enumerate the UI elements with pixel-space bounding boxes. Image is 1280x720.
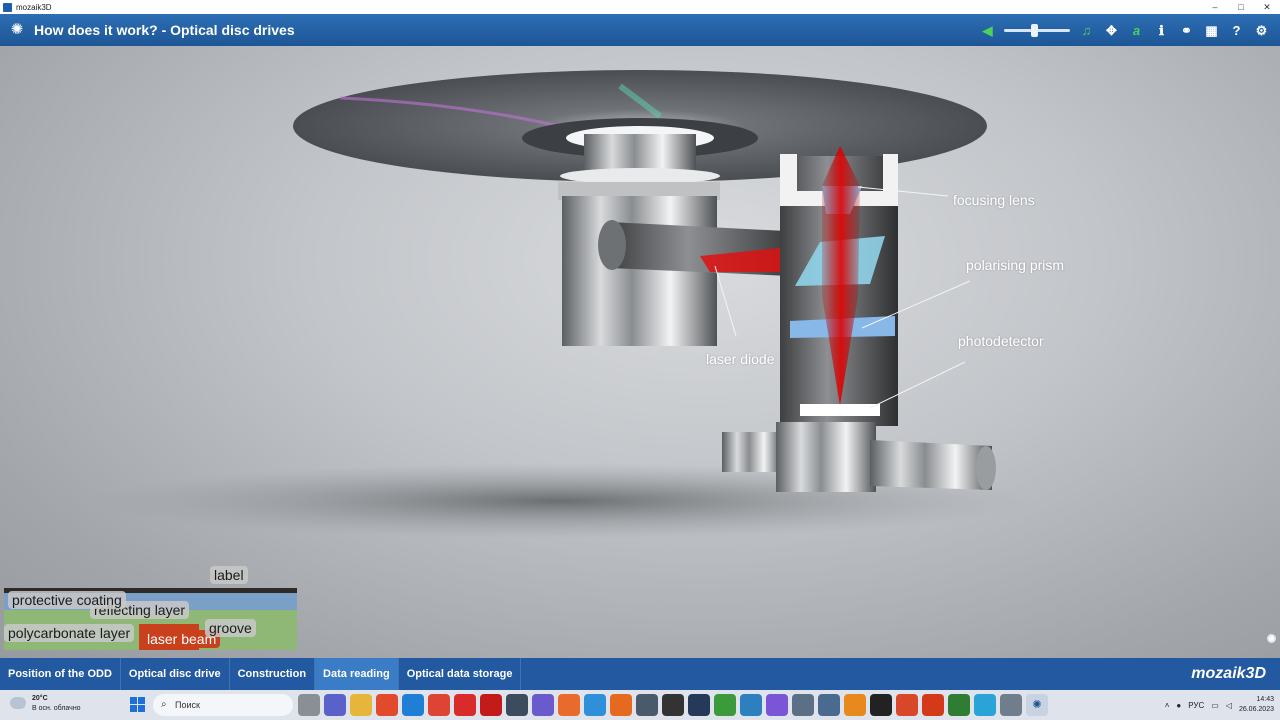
taskbar-search[interactable]: ⌕ Поиск: [153, 694, 293, 716]
tab-position-of-the-odd[interactable]: Position of the ODD: [0, 658, 121, 690]
minimize-button[interactable]: –: [1202, 0, 1228, 14]
app-icon-27[interactable]: [1000, 694, 1022, 716]
explorer-icon[interactable]: [350, 694, 372, 716]
label-polarising-prism: polarising prism: [966, 257, 1065, 273]
weather-widget[interactable]: 20°C В осн. облачно: [10, 693, 110, 717]
link-icon[interactable]: ⚭: [1178, 22, 1195, 39]
app-icon-23[interactable]: [896, 694, 918, 716]
task-view-icon[interactable]: [298, 694, 320, 716]
photodetector: [800, 404, 880, 416]
move-icon[interactable]: ✥: [1103, 22, 1120, 39]
settings-app-icon[interactable]: [792, 694, 814, 716]
telegram-icon[interactable]: [974, 694, 996, 716]
search-placeholder: Поиск: [175, 700, 200, 710]
app-icon-13[interactable]: [636, 694, 658, 716]
tab-optical-data-storage[interactable]: Optical data storage: [399, 658, 522, 690]
app-header: ✺ How does it work? - Optical disc drive…: [0, 14, 1280, 46]
chapter-navigation: Position of the ODD Optical disc drive C…: [0, 658, 1280, 690]
yandex-icon[interactable]: [376, 694, 398, 716]
close-button[interactable]: ✕: [1254, 0, 1280, 14]
info-icon[interactable]: ℹ: [1153, 22, 1170, 39]
opera-icon[interactable]: [480, 694, 502, 716]
chrome-icon[interactable]: [428, 694, 450, 716]
teams-icon[interactable]: [324, 694, 346, 716]
search-icon: ⌕: [161, 699, 167, 710]
loading-spinner-icon: ✺: [10, 21, 24, 38]
disc-layer-legend: reflecting layer protective coating poly…: [4, 588, 298, 650]
speaker-icon[interactable]: ◁: [1226, 701, 1232, 710]
os-taskbar: 20°C В осн. облачно ⌕ Поиск ✺ ˄ ● РУС ▭ …: [0, 690, 1280, 720]
maximize-button[interactable]: □: [1228, 0, 1254, 14]
system-tray: ˄ ● РУС ▭ ◁ 14:43 26.06.2023: [1165, 690, 1274, 720]
tab-data-reading[interactable]: Data reading: [315, 658, 399, 690]
edge-icon[interactable]: [402, 694, 424, 716]
language-indicator[interactable]: РУС: [1188, 701, 1204, 710]
volume-thumb[interactable]: [1031, 23, 1038, 37]
tab-construction[interactable]: Construction: [230, 658, 316, 690]
header-toolbar: ◀ ♫ ✥ a ℹ ⚭ ▦ ? ⚙: [979, 14, 1270, 46]
app-icon-10[interactable]: [558, 694, 580, 716]
yandex-browser-icon[interactable]: [454, 694, 476, 716]
store-icon[interactable]: [506, 694, 528, 716]
cloud-icon: [10, 697, 26, 709]
label-photodetector: photodetector: [958, 333, 1044, 349]
grid-icon[interactable]: ▦: [1203, 22, 1220, 39]
music-icon[interactable]: ♫: [1078, 22, 1095, 39]
camera-icon[interactable]: [818, 694, 840, 716]
app-icon-25[interactable]: [948, 694, 970, 716]
mic-icon[interactable]: ●: [1176, 701, 1181, 710]
network-icon[interactable]: ▭: [1211, 701, 1219, 710]
window-titlebar: mozaik3D – □ ✕: [0, 0, 1280, 14]
legend-tag-polycarbonate-layer[interactable]: polycarbonate layer: [4, 624, 135, 642]
steam-icon[interactable]: [688, 694, 710, 716]
mozaik-taskbar-icon[interactable]: ✺: [1026, 694, 1048, 716]
detector-housing: [776, 422, 876, 492]
tab-optical-disc-drive[interactable]: Optical disc drive: [121, 658, 230, 690]
help-icon[interactable]: ?: [1228, 22, 1245, 39]
taskbar-apps: ✺: [298, 694, 1048, 716]
app-icon-22[interactable]: [870, 694, 892, 716]
label-focusing-lens: focusing lens: [953, 192, 1035, 208]
brand-logo: mozaik3D: [1191, 665, 1266, 682]
app-icon: [3, 2, 12, 12]
3d-viewport[interactable]: focusing lens polarising prism photodete…: [0, 46, 1280, 658]
nvidia-icon[interactable]: [714, 694, 736, 716]
volume-slider[interactable]: [1004, 22, 1070, 39]
volume-icon[interactable]: ◀: [979, 22, 996, 39]
legend-tag-groove[interactable]: groove: [205, 619, 256, 637]
app-icon-24[interactable]: [922, 694, 944, 716]
clock-date: 26.06.2023: [1238, 706, 1274, 713]
vlc-icon[interactable]: [844, 694, 866, 716]
weather-desc: В осн. облачно: [32, 705, 81, 712]
clock-time: 14:43: [1256, 696, 1274, 703]
scene-option-dot[interactable]: [1267, 634, 1276, 643]
app-icon-18[interactable]: [766, 694, 788, 716]
app-icon-14[interactable]: [662, 694, 684, 716]
legend-tag-protective-coating[interactable]: protective coating: [8, 591, 126, 609]
legend-tag-label[interactable]: label: [210, 566, 248, 584]
start-button[interactable]: [130, 697, 145, 712]
weather-temp: 20°C: [32, 695, 48, 702]
firefox-icon[interactable]: [610, 694, 632, 716]
clock[interactable]: 14:43 26.06.2023: [1239, 695, 1274, 715]
app-icon-11[interactable]: [584, 694, 606, 716]
chevron-up-icon[interactable]: ˄: [1165, 701, 1170, 710]
settings-icon[interactable]: ⚙: [1253, 22, 1270, 39]
optical-drive-model: [90, 70, 1030, 539]
text-label-icon[interactable]: a: [1128, 22, 1145, 39]
media-player-icon[interactable]: [532, 694, 554, 716]
window-title: mozaik3D: [16, 2, 52, 12]
page-title: How does it work? - Optical disc drives: [34, 22, 295, 38]
app-icon-17[interactable]: [740, 694, 762, 716]
label-laser-diode: laser diode: [706, 351, 775, 367]
